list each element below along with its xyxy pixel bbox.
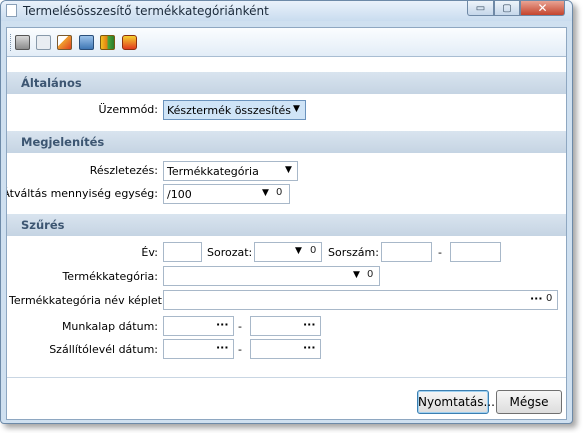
- year-input[interactable]: [163, 242, 202, 262]
- calendar-picker-icon[interactable]: ···: [303, 318, 316, 331]
- calendar-picker-icon[interactable]: ···: [216, 341, 229, 354]
- minimize-button[interactable]: ▭: [467, 1, 494, 16]
- detail-label: Részletezés:: [89, 164, 158, 177]
- clear-icon[interactable]: 0: [367, 269, 373, 280]
- toolbar-grip[interactable]: [10, 34, 13, 51]
- section-filter: Szűrés: [7, 214, 566, 236]
- close-icon: ✕: [537, 1, 548, 15]
- calendar-picker-icon[interactable]: ···: [303, 341, 316, 354]
- conversion-value: /100: [167, 188, 192, 201]
- serial-from-input[interactable]: [381, 242, 432, 262]
- calculator-icon[interactable]: [79, 35, 94, 50]
- ellipsis-icon[interactable]: ···: [530, 292, 543, 305]
- minimize-icon: ▭: [475, 2, 486, 14]
- delivery-date-dash: -: [238, 343, 242, 356]
- close-button[interactable]: ✕: [520, 1, 565, 16]
- year-label: Év:: [141, 246, 158, 259]
- detail-select[interactable]: Termékkategória ▼: [163, 161, 298, 181]
- section-general-title: Általános: [21, 76, 82, 90]
- conversion-select[interactable]: /100 ▼ 0: [163, 184, 290, 204]
- detail-value: Termékkategória: [167, 165, 259, 178]
- maximize-icon: ▢: [502, 2, 512, 14]
- formula-label: Termékkategória név képlet:: [9, 294, 166, 307]
- section-display-title: Megjelenítés: [21, 135, 105, 149]
- conversion-label: Átváltás mennyiség egység:: [6, 187, 158, 200]
- window-title: Termelésösszesítő termékkategóriánként: [23, 4, 269, 18]
- series-label: Sorozat:: [207, 246, 253, 259]
- toolbar: [7, 28, 566, 57]
- clear-icon[interactable]: 0: [276, 187, 282, 198]
- chevron-down-icon[interactable]: ▼: [295, 246, 302, 256]
- worksheet-date-to[interactable]: ···: [250, 316, 321, 336]
- mode-label: Üzemmód:: [98, 103, 158, 116]
- delivery-date-from[interactable]: ···: [163, 339, 234, 359]
- calendar-picker-icon[interactable]: ···: [216, 318, 229, 331]
- chevron-down-icon[interactable]: ▼: [285, 165, 292, 175]
- chevron-down-icon[interactable]: ▼: [353, 270, 360, 280]
- export-icon[interactable]: [100, 35, 115, 50]
- chevron-down-icon[interactable]: ▼: [262, 188, 269, 198]
- clear-icon[interactable]: 0: [310, 245, 316, 256]
- dialog-content: Általános Üzemmód: Késztermék összesítés…: [6, 27, 567, 420]
- maximize-button[interactable]: ▢: [494, 1, 520, 16]
- section-general: Általános: [7, 72, 566, 94]
- footer-divider: [7, 377, 566, 378]
- mode-select[interactable]: Késztermék összesítés ▼: [163, 100, 306, 120]
- serial-dash: -: [438, 246, 442, 259]
- title-bar[interactable]: Termelésösszesítő termékkategóriánként ▭…: [1, 1, 572, 21]
- serial-label: Sorszám:: [328, 246, 379, 259]
- category-select[interactable]: ▼ 0: [163, 266, 380, 286]
- print-preview-icon[interactable]: [36, 35, 51, 50]
- dialog-window: Termelésösszesítő termékkategóriánként ▭…: [0, 0, 573, 424]
- settings-icon[interactable]: [122, 35, 137, 50]
- document-icon: [6, 4, 17, 17]
- formula-input[interactable]: ··· 0: [163, 290, 558, 310]
- section-display: Megjelenítés: [7, 131, 566, 153]
- category-label: Termékkategória:: [62, 270, 158, 283]
- print-icon[interactable]: [15, 35, 30, 50]
- cancel-button[interactable]: Mégse: [496, 390, 562, 414]
- worksheet-date-from[interactable]: ···: [163, 316, 234, 336]
- mode-value: Késztermék összesítés: [167, 104, 292, 117]
- delivery-date-to[interactable]: ···: [250, 339, 321, 359]
- chevron-down-icon[interactable]: ▼: [293, 104, 300, 114]
- delivery-date-label: Szállítólevél dátum:: [49, 343, 158, 356]
- print-button[interactable]: Nyomtatás...: [417, 390, 495, 414]
- worksheet-date-dash: -: [238, 320, 242, 333]
- clear-icon[interactable]: 0: [546, 293, 552, 304]
- edit-report-icon[interactable]: [57, 35, 72, 50]
- serial-to-input[interactable]: [450, 242, 501, 262]
- section-filter-title: Szűrés: [21, 218, 65, 232]
- series-select[interactable]: ▼ 0: [254, 242, 322, 262]
- worksheet-date-label: Munkalap dátum:: [61, 320, 158, 333]
